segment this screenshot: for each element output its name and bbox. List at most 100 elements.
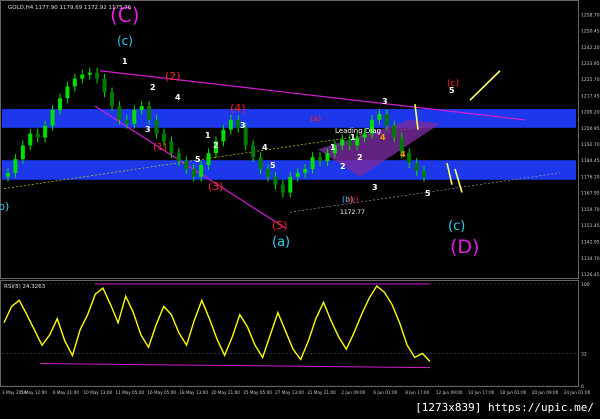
price-tick-label: 1217.45 bbox=[581, 93, 600, 99]
wave-number: 1 bbox=[350, 133, 356, 142]
candle-body bbox=[221, 129, 226, 142]
candle-body bbox=[191, 168, 196, 177]
candle-body bbox=[303, 168, 308, 173]
price-tick-label: 1233.95 bbox=[581, 61, 600, 67]
time-tick-label: 31 May 21:00 bbox=[307, 390, 336, 395]
price-tick-label: 1176.20 bbox=[581, 174, 600, 180]
candle-body bbox=[169, 141, 174, 154]
candle-body bbox=[50, 110, 55, 126]
time-tick-label: 18 May 13:00 bbox=[179, 390, 208, 395]
wave-label: (2) bbox=[165, 70, 181, 83]
candle-body bbox=[58, 98, 62, 111]
candle-body bbox=[340, 139, 345, 146]
candle-body bbox=[102, 78, 107, 93]
wave-label: (D) bbox=[450, 236, 479, 258]
price-tick-label: 1142.95 bbox=[581, 240, 600, 246]
axes: 1258.70 1250.45 1242.20 1233.95 1225.70 1217.… bbox=[2, 12, 600, 395]
price-tick-label: 1126.45 bbox=[581, 272, 600, 278]
candle-body bbox=[288, 176, 293, 193]
time-tick-label: 8 Jun 17:00 bbox=[405, 390, 429, 395]
candle-body bbox=[139, 106, 144, 111]
time-tick-label: 6 Jun 01:00 bbox=[373, 390, 397, 395]
wave-number: 4 bbox=[175, 93, 181, 102]
zone-0 bbox=[2, 109, 576, 128]
wave-number: 4 bbox=[400, 150, 406, 159]
rsi-plot bbox=[2, 283, 578, 387]
trend-lines bbox=[3, 70, 561, 229]
candle-body bbox=[384, 113, 389, 126]
candle-body bbox=[95, 72, 100, 79]
wave-label: Leading Diag bbox=[335, 127, 381, 135]
annotation-arrow bbox=[469, 70, 501, 101]
candle-body bbox=[228, 119, 233, 130]
candle-body bbox=[355, 137, 360, 146]
wave-label: (a) bbox=[310, 114, 321, 123]
chart-svg: (C)(c)(2)(4)(1)(3)(5)(a)(b)(c)(D)(a)(b)(… bbox=[0, 0, 600, 395]
candle-body bbox=[199, 165, 204, 177]
wave-label: (a) bbox=[272, 235, 290, 250]
candle-body bbox=[377, 113, 382, 120]
wave-label: (3) bbox=[208, 180, 224, 193]
candle-body bbox=[407, 153, 412, 164]
time-tick-label: 24 Jun 01:00 bbox=[564, 390, 591, 395]
wave-number: 3 bbox=[240, 121, 246, 130]
candle-body bbox=[35, 133, 40, 138]
candle-body bbox=[65, 86, 70, 99]
price-tick-label: 1225.70 bbox=[581, 77, 600, 83]
wave-number: 5 bbox=[425, 189, 431, 198]
rsi-lower-trend bbox=[39, 363, 431, 369]
time-tick-label: 18 Jun 01:00 bbox=[500, 390, 527, 395]
supply-demand-zones bbox=[2, 109, 576, 180]
rsi-tick-label: 32 bbox=[581, 351, 587, 357]
wave-number: 4 bbox=[262, 143, 268, 152]
candle-body bbox=[280, 184, 285, 193]
wave-number: 1 bbox=[330, 143, 336, 152]
price-tick-label: 1159.70 bbox=[581, 207, 600, 213]
candle-body bbox=[251, 145, 256, 158]
time-tick-label: 14 Jun 17:00 bbox=[468, 390, 495, 395]
candle-body bbox=[110, 92, 114, 107]
candle-body bbox=[310, 157, 315, 169]
candle-body bbox=[132, 110, 137, 124]
time-tick-label: 20 May 21:00 bbox=[211, 390, 240, 395]
wave-number: 1 bbox=[122, 57, 128, 66]
price-tick-label: 1200.95 bbox=[581, 126, 600, 132]
rsi-line bbox=[3, 284, 431, 362]
candle-body bbox=[6, 172, 10, 177]
wave-label: (5) bbox=[272, 219, 288, 232]
time-tick-label: 5 May 12:00 bbox=[21, 390, 47, 395]
candle-body bbox=[176, 153, 181, 162]
candle-body bbox=[243, 127, 248, 146]
price-tick-label: 1184.45 bbox=[581, 158, 600, 164]
wave-number: 4 bbox=[380, 133, 386, 142]
rsi-panel-border bbox=[0, 280, 579, 387]
candle-body bbox=[325, 153, 330, 162]
wave-number: 2 bbox=[340, 162, 346, 171]
wave-number: 2 bbox=[357, 153, 363, 162]
price-tick-label: 1209.20 bbox=[581, 110, 600, 116]
wave-number: 5 bbox=[270, 161, 276, 170]
wave-number: 2 bbox=[150, 83, 156, 92]
candle-body bbox=[162, 133, 166, 142]
candle-body bbox=[318, 157, 322, 162]
time-tick-label: 12 Jun 09:00 bbox=[436, 390, 463, 395]
wave-number: 3 bbox=[382, 97, 388, 106]
candle-body bbox=[414, 163, 419, 171]
candle-body bbox=[28, 133, 33, 146]
candle-body bbox=[13, 159, 18, 173]
price-tick-label: 1167.95 bbox=[581, 191, 600, 197]
candle-body bbox=[117, 106, 122, 120]
wave-number: 1 bbox=[205, 131, 211, 140]
candle-body bbox=[147, 106, 152, 120]
candle-body bbox=[72, 78, 77, 87]
time-tick-label: 27 May 13:00 bbox=[275, 390, 304, 395]
wave-label: (b) bbox=[347, 195, 358, 204]
wave-label: b) bbox=[0, 200, 9, 213]
chart-window: (C) (c) (2) (4) (1) (3) (5) (a) (b) (c) (D) (a) (b)(… bbox=[0, 0, 600, 415]
wave-number: 2 bbox=[213, 141, 219, 150]
time-tick-label: 2 Jun 09:00 bbox=[341, 390, 365, 395]
rsi-header: RSI(8) 24.3263 bbox=[4, 284, 46, 290]
candle-body bbox=[184, 161, 189, 169]
candle-body bbox=[80, 74, 85, 79]
wave-label: (c) bbox=[448, 219, 465, 234]
